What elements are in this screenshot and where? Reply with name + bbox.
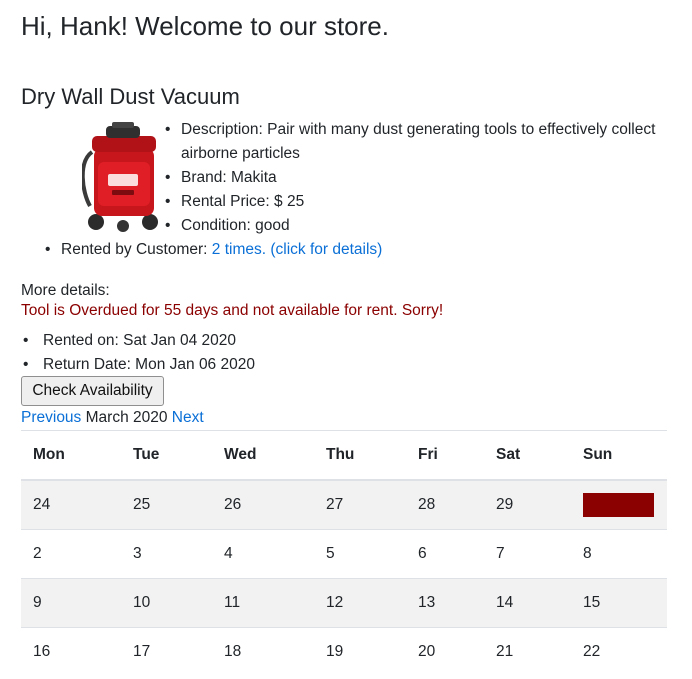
weekday-thu: Thu <box>314 430 406 481</box>
calendar-day: 29 <box>484 479 571 530</box>
calendar-day: 25 <box>121 479 212 530</box>
rented-by-label: Rented by Customer: <box>61 241 212 258</box>
calendar-day: 20 <box>406 627 484 676</box>
weekday-sun: Sun <box>571 430 667 481</box>
calendar-week-row: 16 17 18 19 20 21 22 <box>21 627 667 676</box>
calendar-day: 9 <box>21 578 121 628</box>
calendar-day: 14 <box>484 578 571 628</box>
overdue-message: Tool is Overdued for 55 days and not ava… <box>21 302 444 319</box>
calendar-day: 16 <box>21 627 121 676</box>
weekday-tue: Tue <box>121 430 212 481</box>
calendar-day: 24 <box>21 479 121 530</box>
calendar-day: 8 <box>571 529 667 579</box>
month-navigation: Previous March 2020 Next <box>21 407 204 429</box>
next-month-link[interactable]: Next <box>172 409 204 426</box>
rental-dates-list: Rented on: Sat Jan 04 2020 Return Date: … <box>23 329 255 377</box>
weekday-mon: Mon <box>21 430 121 481</box>
calendar-day: 19 <box>314 627 406 676</box>
welcome-heading: Hi, Hank! Welcome to our store. <box>21 11 389 41</box>
calendar-day: 17 <box>121 627 212 676</box>
calendar-week-row: 2 3 4 5 6 7 8 <box>21 529 667 579</box>
weekday-header-row: Mon Tue Wed Thu Fri Sat Sun <box>21 430 667 481</box>
calendar-day: 26 <box>212 479 314 530</box>
calendar-day: 22 <box>571 627 667 676</box>
vacuum-product-image <box>82 122 158 232</box>
rental-history-link[interactable]: 2 times. (click for details) <box>212 241 383 258</box>
weekday-fri: Fri <box>406 430 484 481</box>
calendar-day: 28 <box>406 479 484 530</box>
calendar-day: 12 <box>314 578 406 628</box>
store-page: Hi, Hank! Welcome to our store. Dry Wall… <box>0 0 692 679</box>
weekday-sat: Sat <box>484 430 571 481</box>
tool-details-list: Description: Pair with many dust generat… <box>165 118 661 238</box>
calendar-day: 5 <box>314 529 406 579</box>
tool-rental-price: Rental Price: $ 25 <box>165 190 661 214</box>
calendar-day: 3 <box>121 529 212 579</box>
tool-condition: Condition: good <box>165 214 661 238</box>
calendar-day: 27 <box>314 479 406 530</box>
tool-brand: Brand: Makita <box>165 166 661 190</box>
calendar-week-row: 24 25 26 27 28 29 <box>21 479 667 530</box>
rented-by-customer: Rented by Customer: 2 times. (click for … <box>45 238 383 262</box>
tool-title: Dry Wall Dust Vacuum <box>21 84 240 109</box>
calendar-day: 4 <box>212 529 314 579</box>
rented-on-date: Rented on: Sat Jan 04 2020 <box>23 329 255 353</box>
return-date: Return Date: Mon Jan 06 2020 <box>23 353 255 377</box>
more-details-label: More details: <box>21 282 110 299</box>
calendar-day-booked <box>571 479 667 530</box>
calendar-day: 13 <box>406 578 484 628</box>
calendar-day: 10 <box>121 578 212 628</box>
tool-description: Description: Pair with many dust generat… <box>165 118 661 166</box>
calendar-day: 11 <box>212 578 314 628</box>
calendar-day: 21 <box>484 627 571 676</box>
calendar-day: 7 <box>484 529 571 579</box>
previous-month-link[interactable]: Previous <box>21 409 81 426</box>
current-month-label: March 2020 <box>81 409 172 426</box>
calendar-day: 15 <box>571 578 667 628</box>
calendar-day: 18 <box>212 627 314 676</box>
calendar-day: 2 <box>21 529 121 579</box>
booked-day-marker <box>583 493 654 517</box>
calendar-day: 6 <box>406 529 484 579</box>
availability-calendar: Mon Tue Wed Thu Fri Sat Sun 24 25 26 27 … <box>21 430 667 676</box>
calendar-week-row: 9 10 11 12 13 14 15 <box>21 578 667 628</box>
weekday-wed: Wed <box>212 430 314 481</box>
check-availability-button[interactable]: Check Availability <box>21 376 164 406</box>
